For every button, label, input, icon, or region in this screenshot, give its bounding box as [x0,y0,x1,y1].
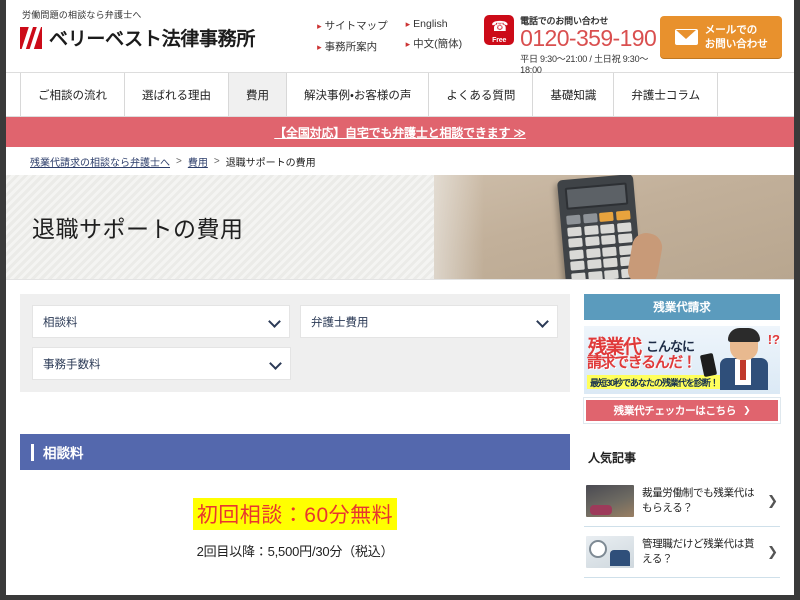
section-accent-bar [31,443,34,461]
phone-handset-icon: ☎ Free [484,15,515,45]
content-area: 相談料 弁護士費用 事務手数料 相談料 初回相談：60分無料 2回目以降：5,5… [6,280,794,578]
nav-item-cases[interactable]: 解決事例・お客様の声 [286,73,428,116]
overtime-checker-button-label: 残業代チェッカーはこちら [613,405,737,417]
nav-item-flow[interactable]: ご相談の流れ [20,73,124,116]
breadcrumb-item-fees[interactable]: 費用 [188,154,208,169]
header-link-sitemap[interactable]: サイトマップ [317,18,388,33]
select-lawyer-fee[interactable]: 弁護士費用 [300,305,558,338]
main-column: 相談料 弁護士費用 事務手数料 相談料 初回相談：60分無料 2回目以降：5,5… [20,294,570,578]
header-links: サイトマップ 事務所案内 English 中文(簡体) [317,18,463,60]
select-admin-fee-value: 事務手数料 [43,358,101,371]
main-navigation: ご相談の流れ 選ばれる理由 費用 解決事例・お客様の声 よくある質問 基礎知識 … [6,72,794,117]
chevron-right-icon: ❯ [767,544,778,559]
filter-spacer [301,347,558,380]
nav-item-column[interactable]: 弁護士コラム [613,73,719,116]
page-root: 労働問題の相談なら弁護士へ ベリーベスト法律事務所 サイトマップ 事務所案内 E… [0,0,800,600]
free-badge: Free [492,37,507,44]
nav-item-faq[interactable]: よくある質問 [428,73,532,116]
sidebar: 残業代請求 残業代 こんなに 請求できるんだ！ 最短30秒であなたの残業代を診断… [583,294,781,578]
breadcrumb-separator: > [176,155,182,167]
header-links-col2: English 中文(簡体) [406,18,463,60]
breadcrumb-item-current: 退職サポートの費用 [225,157,316,169]
price-subsequent: 2回目以降：5,500円/30分（税込） [196,544,394,559]
header-links-col1: サイトマップ 事務所案内 [317,18,388,60]
breadcrumb-separator: > [213,155,220,167]
chevron-right-icon: ❯ [743,405,751,415]
clock-money-thumb [586,536,634,568]
businessman-icon [699,328,774,390]
popular-article-title: 管理職だけど残業代は貰える？ [642,538,755,565]
brand-block[interactable]: 労働問題の相談なら弁護士へ ベリーベスト法律事務所 [20,8,255,51]
brand-name: ベリーベスト法律事務所 [49,29,256,50]
promo-banner-text: 【全国対応】自宅でも弁護士と相談できます ≫ [274,125,526,140]
envelope-icon [674,29,698,45]
filter-panel: 相談料 弁護士費用 事務手数料 [20,294,570,392]
select-admin-fee[interactable]: 事務手数料 [32,347,291,380]
chevron-down-icon [270,317,279,326]
popular-articles-heading: 人気記事 [588,451,637,465]
mail-button-line2: お問い合わせ [704,38,768,50]
telephone-block: ☎ Free 電話でのお問い合わせ 0120-359-190 平日 9:30～2… [484,14,660,75]
popular-articles-list: 裁量労働制でも残業代はもらえる？ ❯ 管理職だけど残業代は貰える？ ❯ [584,476,780,578]
section-heading: 相談料 [20,434,570,470]
site-header: 労働問題の相談なら弁護士へ ベリーベスト法律事務所 サイトマップ 事務所案内 E… [6,0,794,75]
list-item[interactable]: 裁量労働制でも残業代はもらえる？ ❯ [584,476,780,527]
banner-exclaim: !? [767,332,780,347]
sleeping-worker-thumb [586,485,634,517]
chevron-down-icon [271,359,280,368]
calculator-photo [434,175,794,279]
hero-banner: 退職サポートの費用 [6,175,794,280]
berrybest-logo-icon [20,26,42,49]
price-free-highlight: 初回相談：60分無料 [192,498,398,530]
telephone-hours: 平日 9:30～21:00 / 土日祝 9:30～18:00 [520,54,649,75]
popular-article-title: 裁量労働制でも残業代はもらえる？ [642,487,755,514]
sidebar-heading: 残業代請求 [584,294,780,320]
overtime-checker-banner[interactable]: 残業代 こんなに 請求できるんだ！ 最短30秒であなたの残業代を診断！ !? [584,326,780,394]
nav-item-basics[interactable]: 基礎知識 [532,73,613,116]
brand-tagline: 労働問題の相談なら弁護士へ [22,10,142,20]
breadcrumb: 残業代請求の相談なら弁護士へ > 費用 > 退職サポートの費用 [6,147,794,175]
nav-item-reasons[interactable]: 選ばれる理由 [124,73,228,116]
select-lawyer-fee-value: 弁護士費用 [311,316,369,329]
overtime-checker-button[interactable]: 残業代チェッカーはこちら ❯ [583,397,781,424]
nav-item-fees[interactable]: 費用 [228,73,286,116]
header-link-chinese[interactable]: 中文(簡体) [406,36,462,51]
page-title: 退職サポートの費用 [32,216,244,242]
chevron-right-icon: ❯ [767,493,778,508]
banner-strip-text: 最短30秒であなたの残業代を診断！ [590,377,719,388]
mail-button-line1: メールでの [704,24,758,36]
select-consultation-fee-value: 相談料 [43,316,78,329]
banner-red-text-2: 請求できるんだ！ [587,354,697,371]
promo-banner[interactable]: 【全国対応】自宅でも弁護士と相談できます ≫ [6,117,794,147]
header-link-english[interactable]: English [406,18,463,30]
section-heading-text: 相談料 [43,446,84,461]
price-block: 初回相談：60分無料 2回目以降：5,500円/30分（税込） [20,470,570,560]
chevron-down-icon [538,317,547,326]
mail-contact-button[interactable]: メールでの お問い合わせ [660,16,782,58]
list-item[interactable]: 管理職だけど残業代は貰える？ ❯ [584,527,780,578]
header-link-office[interactable]: 事務所案内 [317,39,388,54]
select-consultation-fee[interactable]: 相談料 [32,305,290,338]
breadcrumb-item-home[interactable]: 残業代請求の相談なら弁護士へ [30,154,170,169]
telephone-number[interactable]: 0120-359-190 [520,26,660,51]
